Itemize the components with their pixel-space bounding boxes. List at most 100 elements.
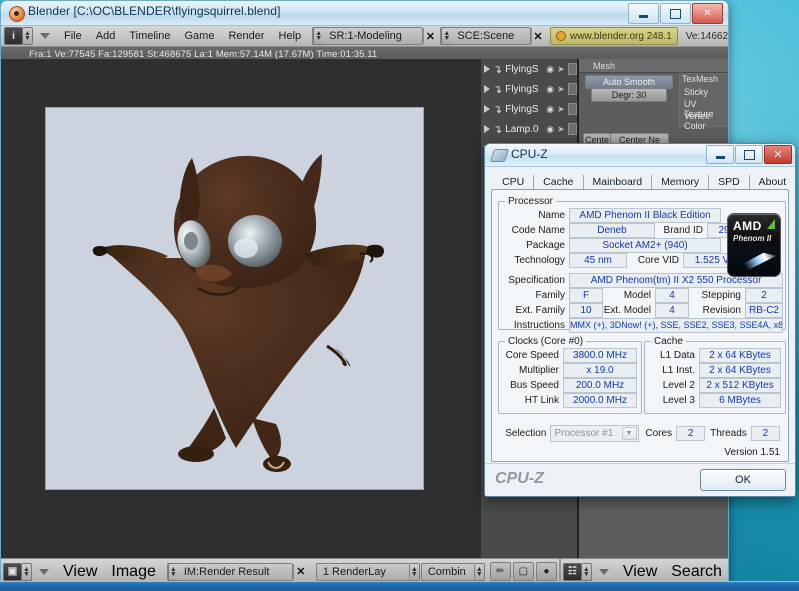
minimize-button[interactable] (628, 3, 659, 24)
cache-group: Cache L1 Data 2 x 64 KBytes L1 Inst. 2 x… (644, 336, 786, 414)
menu-game[interactable]: Game (177, 30, 221, 42)
scene-spinner[interactable]: ▲ ▼ (441, 27, 452, 45)
outliner-row[interactable]: ↴ Lamp.0 ◉ ➤ (481, 119, 577, 139)
name-label: Name (538, 209, 565, 221)
ht-link-value: 2000.0 MHz (563, 392, 637, 408)
cores-value: 2 (676, 425, 706, 441)
tab-mainboard[interactable]: Mainboard (584, 175, 653, 190)
menu-timeline[interactable]: Timeline (122, 30, 177, 42)
expand-arrow-icon[interactable] (484, 125, 490, 133)
image-datablock-selector[interactable]: ▲ ▼ IM:Render Result (166, 562, 293, 581)
screen-spinner[interactable]: ▲ ▼ (313, 27, 324, 45)
level3-value: 6 MBytes (699, 392, 781, 408)
scene-selector[interactable]: ▲ ▼ SCE:Scene (440, 27, 532, 45)
image-editor-spinner[interactable]: ▲ ▼ (22, 562, 32, 581)
image-editor-icon[interactable]: ▣ (3, 562, 22, 581)
menu-help[interactable]: Help (272, 30, 309, 42)
footer-menu-image[interactable]: Image (104, 563, 162, 581)
processor-select[interactable]: Processor #1 ▼ (550, 424, 639, 442)
auto-smooth-button[interactable]: Auto Smooth (585, 75, 673, 89)
object-icon: ↴ (493, 103, 503, 116)
visibility-eye-icon[interactable]: ◉ (546, 84, 554, 95)
screen-delete-button[interactable]: ✕ (423, 28, 436, 44)
model-label: Model (623, 289, 651, 301)
editor-type-spinner[interactable]: ▲ ▼ (23, 27, 33, 45)
outliner-menu-search[interactable]: Search (664, 563, 728, 581)
degr-slider[interactable]: Degr: 30 (591, 88, 667, 102)
menu-file[interactable]: File (57, 30, 89, 42)
selectable-cursor-icon[interactable]: ➤ (557, 104, 565, 115)
cpuz-maximize-button[interactable] (735, 145, 763, 164)
outliner-row[interactable]: ↴ FlyingS ◉ ➤ (481, 79, 577, 99)
cpuz-titlebar[interactable]: CPU-Z ✕ (485, 144, 795, 167)
outliner-row[interactable]: ↴ FlyingS ◉ ➤ (481, 59, 577, 79)
revision-label: Revision (702, 304, 741, 316)
expand-arrow-icon[interactable] (484, 65, 490, 73)
render-image-icon[interactable] (567, 83, 577, 95)
tab-cache[interactable]: Cache (534, 175, 584, 190)
visibility-eye-icon[interactable]: ◉ (546, 124, 554, 135)
close-button[interactable]: ✕ (692, 3, 723, 24)
multiplier-label: Multiplier (518, 364, 559, 376)
render-image-icon[interactable] (567, 123, 577, 135)
render-layer-spinner[interactable]: ▲ ▼ (409, 562, 420, 581)
menu-render[interactable]: Render (221, 30, 271, 42)
tab-cpu[interactable]: CPU (493, 175, 535, 190)
cpuz-tab-bar[interactable]: CPU Cache Mainboard Memory SPD About (485, 167, 795, 190)
ext-family-value: 10 (569, 302, 603, 318)
render-pass-spinner[interactable]: ▲ ▼ (474, 562, 485, 581)
cpuz-window-controls[interactable]: ✕ (706, 145, 792, 164)
render-pass-selector[interactable]: Combin (420, 562, 475, 581)
tab-memory[interactable]: Memory (652, 175, 710, 190)
outliner-row[interactable]: ↴ FlyingS ◉ ➤ (481, 99, 577, 119)
visibility-eye-icon[interactable]: ◉ (546, 104, 554, 115)
image-spinner[interactable]: ▲ ▼ (167, 562, 178, 581)
expand-arrow-icon[interactable] (484, 85, 490, 93)
menu-add[interactable]: Add (89, 30, 123, 42)
l1-inst-label: L1 Inst. (662, 364, 695, 376)
maximize-icon (670, 8, 681, 19)
level2-label: Level 2 (662, 379, 695, 391)
l1-data-value: 2 x 64 KBytes (699, 347, 781, 363)
zoom-dot-icon[interactable]: ● (535, 562, 557, 581)
tab-spd[interactable]: SPD (709, 175, 750, 190)
outliner-menu-view[interactable]: View (616, 563, 664, 581)
cpuz-close-button[interactable]: ✕ (764, 145, 792, 164)
selectable-cursor-icon[interactable]: ➤ (557, 64, 565, 75)
visibility-eye-icon[interactable]: ◉ (546, 64, 554, 75)
render-image-icon[interactable] (567, 63, 577, 75)
render-result-canvas[interactable] (45, 107, 424, 490)
render-image-icon[interactable] (567, 103, 577, 115)
footer-menu-view[interactable]: View (56, 563, 104, 581)
chevron-down-icon[interactable]: ▼ (621, 426, 637, 440)
image-unlink-button[interactable]: ✕ (292, 563, 308, 580)
maximize-button[interactable] (660, 3, 691, 24)
expand-arrow-icon[interactable] (484, 105, 490, 113)
editor-type-icon[interactable]: i (4, 27, 23, 45)
ext-model-value: 4 (655, 302, 689, 318)
blender-window-controls[interactable]: ✕ (628, 3, 723, 24)
collapse-menu-icon[interactable] (40, 33, 50, 39)
render-layer-selector[interactable]: 1 RenderLay (315, 562, 410, 581)
cpuz-minimize-button[interactable] (706, 145, 734, 164)
collapse-menu-icon[interactable] (39, 568, 49, 575)
maximize-icon (743, 149, 755, 160)
alpha-icon[interactable]: ▢ (512, 562, 534, 581)
tab-about[interactable]: About (750, 175, 795, 190)
scene-delete-button[interactable]: ✕ (531, 28, 544, 44)
cpuz-window[interactable]: CPU-Z ✕ CPU Cache Mainboard Memory SPD A… (484, 143, 796, 497)
selectable-cursor-icon[interactable]: ➤ (557, 124, 565, 135)
outliner-icon[interactable]: ☷ (562, 562, 582, 581)
blender-header-bar[interactable]: i ▲ ▼ File Add Timeline Game Render Help … (1, 26, 728, 47)
blender-titlebar[interactable]: Blender [C:\OC\BLENDER\flyingsquirrel.bl… (1, 1, 728, 26)
ok-button[interactable]: OK (700, 469, 786, 491)
collapse-menu-icon[interactable] (598, 568, 609, 575)
outliner-spinner[interactable]: ▲ ▼ (581, 562, 592, 581)
selectable-cursor-icon[interactable]: ➤ (557, 84, 565, 95)
mesh-panel-title[interactable]: Mesh (579, 59, 728, 73)
windows-taskbar[interactable] (0, 581, 799, 591)
screen-selector[interactable]: ▲ ▼ SR:1-Modeling (312, 27, 424, 45)
object-name: FlyingS (505, 103, 539, 115)
paint-brush-icon[interactable]: ✏ (489, 562, 511, 581)
family-label: Family (535, 289, 565, 301)
